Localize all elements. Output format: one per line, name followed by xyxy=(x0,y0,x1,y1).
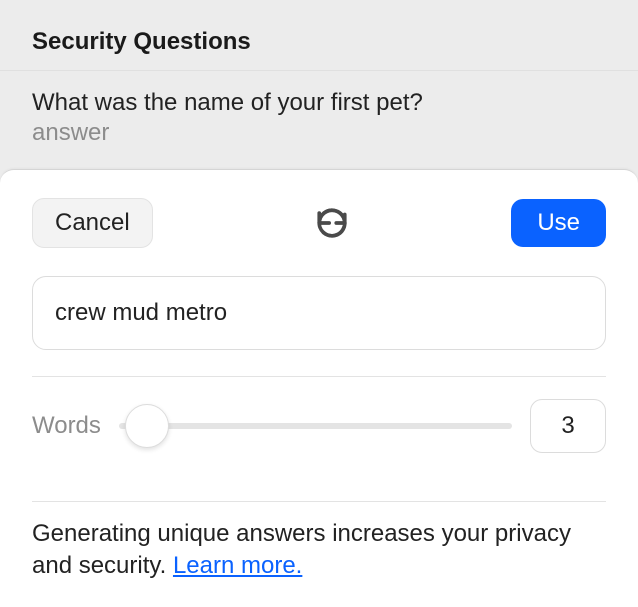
slider-track xyxy=(119,423,512,429)
use-button[interactable]: Use xyxy=(511,199,606,247)
slider-thumb[interactable] xyxy=(125,404,169,448)
security-question-text: What was the name of your first pet? xyxy=(32,89,606,117)
question-block: What was the name of your first pet? ans… xyxy=(0,70,638,165)
cancel-button[interactable]: Cancel xyxy=(32,198,153,248)
generator-panel: Cancel Use Words xyxy=(0,169,638,607)
answer-field-placeholder[interactable]: answer xyxy=(32,119,606,147)
words-count-input[interactable] xyxy=(530,399,606,453)
regenerate-icon[interactable] xyxy=(315,206,349,240)
section-header: Security Questions xyxy=(0,0,638,70)
learn-more-link[interactable]: Learn more. xyxy=(173,552,302,579)
words-slider-row: Words xyxy=(32,377,606,475)
section-title: Security Questions xyxy=(32,28,606,56)
generated-answer-input[interactable] xyxy=(32,276,606,350)
words-slider[interactable] xyxy=(119,402,512,450)
info-text: Generating unique answers increases your… xyxy=(32,502,606,583)
words-label: Words xyxy=(32,412,101,440)
action-row: Cancel Use xyxy=(32,198,606,248)
